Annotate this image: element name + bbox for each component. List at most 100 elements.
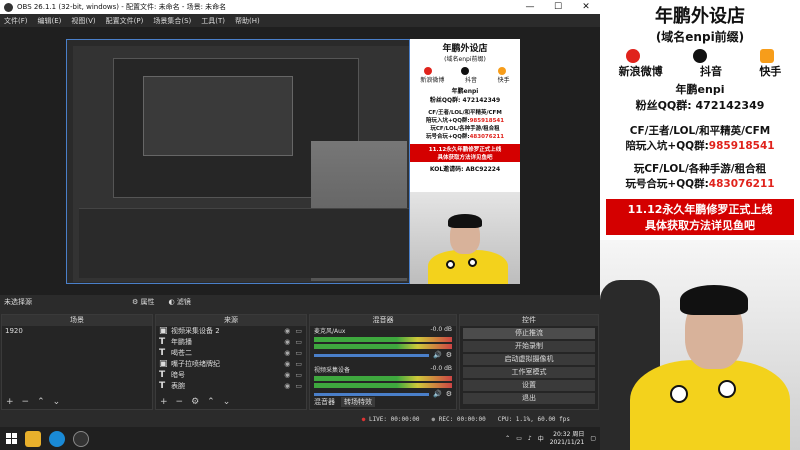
douyin-icon <box>692 49 707 63</box>
lock-icon[interactable]: ▭ <box>295 348 302 359</box>
eye-icon[interactable]: ◉ <box>284 337 290 348</box>
text-icon: T <box>159 348 166 358</box>
tab-transitions[interactable]: 转场特效 <box>341 397 375 407</box>
source-up-button[interactable]: ⌃ <box>207 397 215 407</box>
source-item[interactable]: ▣ 嘴子拉喷绪牌纪 ◉ ▭ <box>156 359 306 370</box>
add-scene-button[interactable]: + <box>6 397 14 407</box>
preview-event-line1: 11.12永久年鹏修罗正式上线 <box>428 147 502 153</box>
tab-mixer[interactable]: 混音器 <box>314 397 335 407</box>
text-icon: T <box>159 337 166 347</box>
lock-icon[interactable]: ▭ <box>295 370 302 381</box>
volume-slider[interactable] <box>314 353 429 357</box>
menu-edit[interactable]: 编辑(E) <box>38 16 62 26</box>
live-dot-icon: ● <box>361 415 366 423</box>
start-recording-button[interactable]: 开始录制 <box>463 341 595 352</box>
cf-line2-b: 985918541 <box>708 140 775 152</box>
scene-item[interactable]: 1920 <box>2 326 152 337</box>
cf-line2-a: 陪玩入坑+QQ群: <box>625 140 709 152</box>
source-toolbar: 未选择源 ⚙ 属性 ◐ 滤镜 <box>0 296 600 308</box>
eye-icon[interactable]: ◉ <box>284 370 290 381</box>
source-item[interactable]: T 暗号 ◉ ▭ <box>156 370 306 381</box>
menu-file[interactable]: 文件(F) <box>4 16 28 26</box>
volume-meter <box>314 344 452 349</box>
scene-up-button[interactable]: ⌃ <box>37 397 45 407</box>
source-down-button[interactable]: ⌄ <box>223 397 231 407</box>
taskbar-clock[interactable]: 20:32 周日 2021/11/21 <box>550 431 585 447</box>
mixer-channel-name: 麦克风/Aux <box>314 328 346 335</box>
source-item[interactable]: T 喝苍二 ◉ ▭ <box>156 348 306 359</box>
status-bar: ● LIVE: 00:00:00 ● REC: 00:00:00 CPU: 1.… <box>0 411 600 427</box>
add-source-button[interactable]: + <box>160 397 168 407</box>
eye-icon[interactable]: ◉ <box>284 348 290 359</box>
maximize-button[interactable]: ☐ <box>544 2 572 12</box>
source-item[interactable]: ▣ 视频采集设备 2 ◉ ▭ <box>156 326 306 337</box>
play-line: 玩CF/LOL/各种手游/租合租 <box>633 163 767 175</box>
menu-scene-collection[interactable]: 场景集合(S) <box>153 16 191 26</box>
weibo-icon <box>626 49 641 63</box>
stop-streaming-button[interactable]: 停止推流 <box>463 328 595 339</box>
menu-view[interactable]: 视图(V) <box>71 16 95 26</box>
cf-line: CF/王者/LOL/和平精英/CFM <box>629 125 771 137</box>
play-line2-a: 玩号合玩+QQ群: <box>625 178 709 190</box>
preview-shirt <box>428 250 508 284</box>
virtual-camera-button[interactable]: 启动虚拟摄像机 <box>463 354 595 365</box>
gear-icon: ⚙ <box>132 298 139 306</box>
preview-fans-group: 粉丝QQ群: 472142349 <box>429 97 501 104</box>
source-settings-gear-icon[interactable]: ⚙ <box>191 397 199 407</box>
speaker-icon[interactable]: 🔊 <box>433 390 442 398</box>
eye-icon[interactable]: ◉ <box>284 359 290 370</box>
eye-icon[interactable]: ◉ <box>284 381 290 392</box>
gear-icon[interactable]: ⚙ <box>446 351 452 359</box>
browser-icon[interactable] <box>49 430 65 447</box>
eye-icon[interactable]: ◉ <box>284 326 290 337</box>
preview-host: 年鹏enpi <box>451 88 479 95</box>
remove-scene-button[interactable]: − <box>22 397 30 407</box>
filters-button[interactable]: ◐ 滤镜 <box>169 297 191 307</box>
windows-start-icon[interactable] <box>6 433 17 444</box>
lock-icon[interactable]: ▭ <box>295 381 302 392</box>
lock-icon[interactable]: ▭ <box>295 359 302 370</box>
menu-bar: 文件(F) 编辑(E) 视图(V) 配置文件(P) 场景集合(S) 工具(T) … <box>0 14 600 27</box>
preview-play-line: 玩CF/LOL/各种手游/租合租 <box>430 126 500 132</box>
close-button[interactable]: ✕ <box>572 2 600 12</box>
text-icon: T <box>159 370 166 380</box>
notification-icon[interactable]: ▢ <box>590 435 596 442</box>
webcam-feed <box>600 240 800 450</box>
volume-meter <box>314 376 452 381</box>
stream-preview[interactable] <box>66 39 410 284</box>
weibo-icon <box>424 67 433 75</box>
network-icon[interactable]: ▭ <box>516 435 522 442</box>
source-item[interactable]: T 表腕 ◉ ▭ <box>156 381 306 392</box>
gear-icon[interactable]: ⚙ <box>446 390 452 398</box>
obs-icon[interactable] <box>73 430 89 447</box>
menu-profile[interactable]: 配置文件(P) <box>106 16 144 26</box>
cpu-status: CPU: 1.1%, 60.00 fps <box>497 415 570 423</box>
volume-slider[interactable] <box>314 392 429 396</box>
lock-icon[interactable]: ▭ <box>295 326 302 337</box>
owl-app-icon[interactable] <box>25 430 41 447</box>
preview-cf-line: CF/王者/LOL/和平精英/CFM <box>428 110 502 116</box>
scenes-dock: 场景 1920 + − ⌃ ⌄ <box>1 314 153 410</box>
douyin-label: 抖音 <box>699 65 722 78</box>
source-item[interactable]: T 年鹏播 ◉ ▭ <box>156 337 306 348</box>
settings-button[interactable]: 设置 <box>463 380 595 391</box>
preview-shirt-eye <box>446 260 455 269</box>
scene-down-button[interactable]: ⌄ <box>53 397 61 407</box>
preview-play-line2-a: 玩号合玩+QQ群: <box>425 134 470 140</box>
properties-button[interactable]: ⚙ 属性 <box>132 297 155 307</box>
speaker-icon[interactable]: 🔊 <box>433 351 442 359</box>
minimize-button[interactable]: — <box>516 2 544 12</box>
menu-help[interactable]: 帮助(H) <box>235 16 260 26</box>
preview-area[interactable]: 年鹏外设店 (域名enpi前缀) 新浪微博 抖音 快手 年鹏enpi 粉丝QQ群… <box>0 27 600 295</box>
chevron-up-icon[interactable]: ⌃ <box>505 435 510 442</box>
lock-icon[interactable]: ▭ <box>295 337 302 348</box>
mixer-header: 混音器 <box>310 315 456 326</box>
volume-icon[interactable]: ♪ <box>528 435 532 442</box>
window-capture-icon: ▣ <box>159 359 168 369</box>
no-source-label: 未选择源 <box>4 298 32 306</box>
menu-tools[interactable]: 工具(T) <box>201 16 225 26</box>
studio-mode-button[interactable]: 工作室模式 <box>463 367 595 378</box>
exit-button[interactable]: 退出 <box>463 393 595 404</box>
ime-icon[interactable]: 中 <box>538 434 544 443</box>
remove-source-button[interactable]: − <box>176 397 184 407</box>
